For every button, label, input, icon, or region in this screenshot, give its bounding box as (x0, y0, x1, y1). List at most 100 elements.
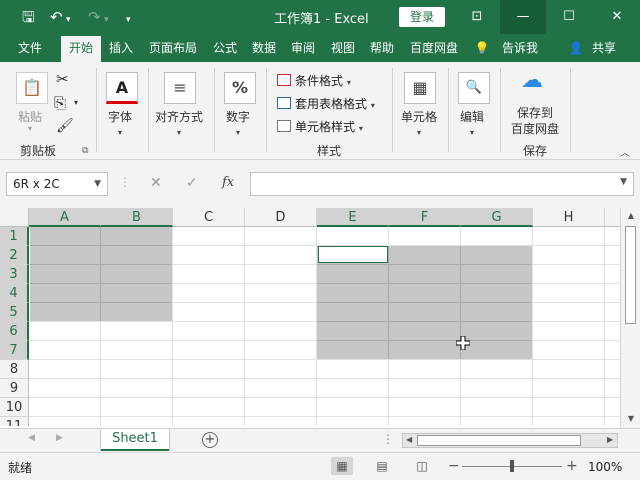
format-as-table-button[interactable]: 套用表格格式 ▾ (277, 95, 375, 112)
font-label: 字体 (108, 110, 133, 124)
row-header-4[interactable]: 4 (0, 284, 29, 303)
page-layout-view-icon[interactable]: ▤ (371, 457, 393, 475)
font-icon[interactable]: A (106, 72, 138, 104)
column-header-b[interactable]: B (101, 208, 173, 227)
row-header-11[interactable]: 11 (0, 417, 29, 426)
select-all-corner[interactable] (0, 208, 29, 227)
tell-me-search[interactable]: 告诉我 (498, 34, 542, 62)
save-to-baidu-line2[interactable]: 百度网盘 (511, 120, 559, 137)
percent-icon[interactable]: % (224, 72, 256, 104)
row-header-6[interactable]: 6 (0, 322, 29, 341)
save-icon[interactable]: 🖫 (22, 7, 35, 27)
font-group[interactable]: A 字体 ▾ (97, 66, 147, 156)
baidu-save-group: ☁ 保存到 百度网盘 保存 (501, 66, 569, 158)
row-header-8[interactable]: 8 (0, 360, 29, 379)
format-painter-icon[interactable]: 🖌 (56, 118, 74, 134)
sheet-tab-sheet1[interactable]: Sheet1 (101, 429, 169, 451)
row-header-5[interactable]: 5 (0, 303, 29, 322)
column-header-c[interactable]: C (173, 208, 245, 227)
share-button[interactable]: 共享 (588, 34, 620, 62)
horizontal-scroll-thumb[interactable] (417, 435, 581, 446)
active-cell-e2[interactable] (318, 246, 388, 263)
horizontal-scrollbar[interactable]: ◀ ▶ (402, 433, 618, 448)
search-icon[interactable]: 🔍 (458, 72, 490, 104)
editing-group[interactable]: 🔍 编辑 ▾ (449, 66, 499, 156)
scroll-left-icon[interactable]: ◀ (406, 435, 412, 444)
column-header-f[interactable]: F (389, 208, 461, 227)
paste-icon[interactable]: 📋 (16, 72, 48, 104)
maximize-button[interactable]: ☐ (546, 0, 592, 34)
cell-select-cursor-icon (456, 336, 470, 350)
alignment-group[interactable]: ≡ 对齐方式 ▾ (149, 66, 213, 156)
add-sheet-icon[interactable]: + (202, 432, 218, 448)
cancel-icon: ✕ (150, 175, 162, 191)
expand-formula-icon[interactable]: ▼ (620, 177, 627, 187)
cells-icon[interactable]: ▦ (404, 72, 436, 104)
cells-group[interactable]: ▦ 单元格 ▾ (393, 66, 447, 156)
minimize-button[interactable]: — (500, 0, 546, 34)
tab-data[interactable]: 数据 (248, 34, 280, 62)
tab-file[interactable]: 文件 (10, 34, 50, 62)
undo-dropdown-icon[interactable]: ▾ (66, 10, 71, 30)
undo-icon[interactable]: ↶ (50, 7, 63, 27)
insert-function-icon[interactable]: fx (222, 175, 234, 190)
login-button[interactable]: 登录 (399, 7, 445, 27)
row-header-2[interactable]: 2 (0, 246, 29, 265)
row-header-7[interactable]: 7 (0, 341, 29, 360)
row-header-9[interactable]: 9 (0, 379, 29, 398)
tab-formulas[interactable]: 公式 (209, 34, 241, 62)
zoom-slider[interactable] (462, 460, 562, 472)
column-header-e[interactable]: E (317, 208, 389, 227)
formula-input[interactable]: ▼ (250, 172, 634, 196)
scroll-down-icon[interactable]: ▼ (625, 414, 637, 423)
customize-toolbar-icon[interactable]: ▾ (126, 10, 131, 30)
tab-split-handle-icon[interactable]: ⋮ (382, 432, 394, 446)
tab-review[interactable]: 审阅 (287, 34, 319, 62)
tab-insert[interactable]: 插入 (104, 34, 138, 62)
vertical-scroll-thumb[interactable] (625, 226, 636, 324)
copy-dropdown-icon[interactable]: ▾ (74, 98, 78, 107)
column-header-h[interactable]: H (533, 208, 605, 227)
name-box[interactable]: 6R x 2C ▼ (6, 172, 108, 196)
zoom-in-icon[interactable]: + (566, 458, 578, 474)
name-box-dropdown-icon[interactable]: ▼ (94, 173, 101, 195)
cut-icon[interactable]: ✂ (56, 70, 69, 88)
scroll-right-icon[interactable]: ▶ (607, 435, 613, 444)
tab-help[interactable]: 帮助 (366, 34, 398, 62)
close-button[interactable]: ✕ (594, 0, 640, 34)
vertical-scrollbar[interactable]: ▲ ▼ (620, 208, 640, 428)
save-to-baidu-line1[interactable]: 保存到 (517, 104, 553, 121)
column-header-i[interactable] (605, 208, 620, 227)
zoom-level[interactable]: 100% (588, 460, 622, 474)
column-header-a[interactable]: A (29, 208, 101, 227)
selection-range-a1-b5[interactable] (30, 227, 172, 321)
lightbulb-icon[interactable]: 💡 (474, 34, 490, 62)
zoom-slider-knob[interactable] (510, 460, 514, 472)
column-header-g[interactable]: G (461, 208, 533, 227)
cell-styles-button[interactable]: 单元格样式 ▾ (277, 118, 363, 135)
worksheet-grid[interactable]: A B C D E F G H 1 2 3 4 5 6 7 8 9 10 11 (0, 208, 620, 426)
person-icon[interactable]: 👤 (568, 34, 584, 62)
number-group[interactable]: % 数字 ▾ (215, 66, 265, 156)
zoom-out-icon[interactable]: − (448, 458, 460, 474)
next-sheet-icon[interactable]: ▶ (56, 433, 63, 443)
row-header-1[interactable]: 1 (0, 227, 29, 246)
tab-page-layout[interactable]: 页面布局 (144, 34, 202, 62)
column-header-d[interactable]: D (245, 208, 317, 227)
ribbon-display-options-icon[interactable]: ⊡ (454, 0, 500, 34)
clipboard-launcher-icon[interactable]: ⧉ (82, 146, 88, 156)
normal-view-icon[interactable]: ▦ (331, 457, 353, 475)
conditional-format-button[interactable]: 条件格式 ▾ (277, 72, 351, 89)
copy-icon[interactable]: ⎘ (54, 94, 66, 112)
collapse-ribbon-icon[interactable]: ︿ (620, 144, 630, 159)
baidu-netdisk-icon[interactable]: ☁ (521, 68, 543, 93)
page-break-view-icon[interactable]: ◫ (411, 457, 433, 475)
prev-sheet-icon[interactable]: ◀ (28, 433, 35, 443)
tab-baidu-netdisk[interactable]: 百度网盘 (405, 34, 463, 62)
scroll-up-icon[interactable]: ▲ (625, 211, 637, 220)
row-header-10[interactable]: 10 (0, 398, 29, 417)
tab-view[interactable]: 视图 (327, 34, 359, 62)
alignment-icon[interactable]: ≡ (164, 72, 196, 104)
row-header-3[interactable]: 3 (0, 265, 29, 284)
tab-home[interactable]: 开始 (61, 34, 101, 62)
